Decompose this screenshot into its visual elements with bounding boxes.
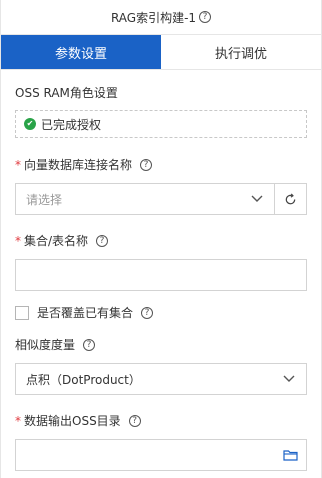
check-circle-icon: ✔ <box>24 118 36 130</box>
similarity-select[interactable]: 点积（DotProduct） <box>15 363 307 395</box>
question-icon[interactable]: ? <box>83 338 96 351</box>
tab-bar: 参数设置 执行调优 <box>1 34 321 70</box>
refresh-button[interactable] <box>275 183 307 215</box>
collection-name-input[interactable] <box>15 259 307 291</box>
tab-execution-tuning[interactable]: 执行调优 <box>161 35 321 69</box>
vector-db-row: 请选择 <box>15 183 307 215</box>
output-dir-label: 数据输出OSS目录 <box>24 414 121 428</box>
panel-header: RAG索引构建-1 ? <box>1 0 321 34</box>
similarity-label-row: 相似度度量 ? <box>15 336 307 353</box>
question-icon[interactable]: ? <box>96 234 109 247</box>
required-marker: * <box>15 233 21 248</box>
authorization-status-box: ✔ 已完成授权 <box>15 110 307 138</box>
panel-title: RAG索引构建-1 <box>110 10 197 25</box>
vector-db-select[interactable]: 请选择 <box>15 183 275 215</box>
question-icon[interactable]: ? <box>128 414 141 427</box>
required-marker: * <box>15 413 21 428</box>
question-icon[interactable]: ? <box>140 158 153 171</box>
question-icon[interactable]: ? <box>141 306 154 319</box>
vector-db-label: 向量数据库连接名称 <box>24 158 133 172</box>
oss-ram-label: OSS RAM角色设置 <box>15 86 118 100</box>
folder-icon[interactable] <box>283 449 298 461</box>
similarity-label: 相似度度量 <box>15 338 76 352</box>
component-settings-panel: RAG索引构建-1 ? 参数设置 执行调优 OSS RAM角色设置 ✔ 已完成授… <box>0 0 322 478</box>
collection-label-row: * 集合/表名称 ? <box>15 232 307 249</box>
required-marker: * <box>15 157 21 172</box>
authorization-status-text: 已完成授权 <box>41 117 102 132</box>
similarity-value: 点积（DotProduct） <box>26 372 141 387</box>
oss-ram-label-row: OSS RAM角色设置 <box>15 84 307 101</box>
vector-db-label-row: * 向量数据库连接名称 ? <box>15 156 307 173</box>
chevron-down-icon <box>240 184 274 214</box>
help-icon[interactable]: ? <box>199 11 212 23</box>
output-dir-label-row: * 数据输出OSS目录 ? <box>15 412 307 429</box>
tab-parameter-settings[interactable]: 参数设置 <box>1 35 161 69</box>
vector-db-placeholder: 请选择 <box>26 192 63 207</box>
chevron-down-icon <box>272 364 306 394</box>
output-dir-input[interactable] <box>15 439 307 471</box>
overwrite-checkbox[interactable] <box>15 305 29 320</box>
collection-label: 集合/表名称 <box>24 234 89 248</box>
refresh-icon <box>285 193 296 204</box>
form-content: OSS RAM角色设置 ✔ 已完成授权 * 向量数据库连接名称 ? 请选择 * … <box>1 84 321 471</box>
overwrite-label: 是否覆盖已有集合 <box>37 306 134 320</box>
overwrite-row: 是否覆盖已有集合 ? <box>15 304 307 321</box>
